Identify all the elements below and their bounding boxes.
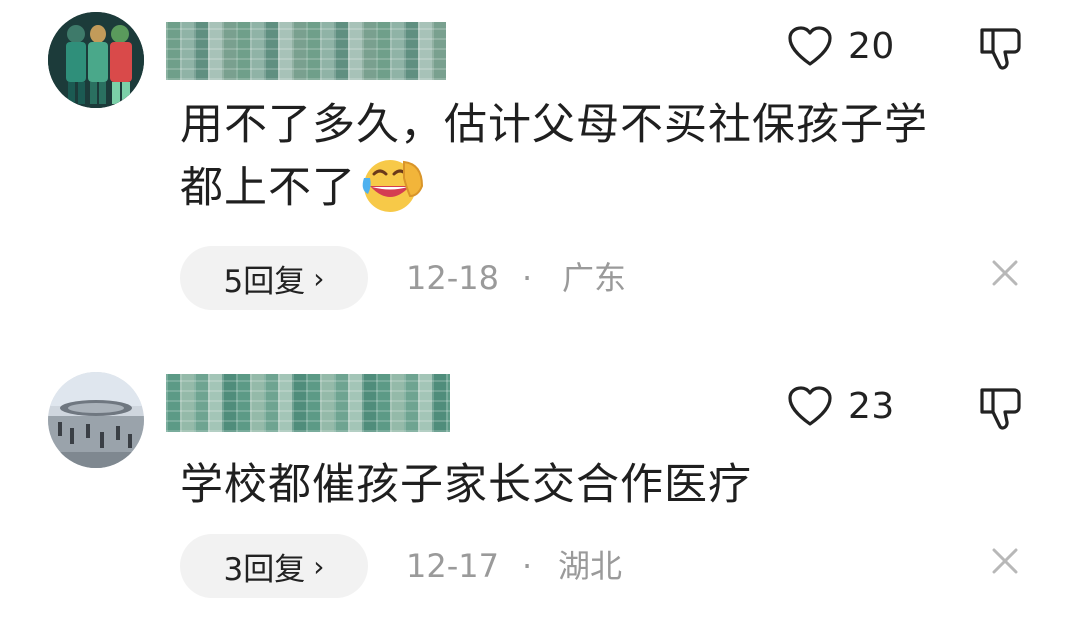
comment-date: 12-18 — [406, 259, 499, 297]
username-blurred[interactable] — [166, 374, 450, 432]
close-x-icon — [992, 260, 1018, 286]
comment-text-line: 学校都催孩子家长交合作医疗 — [180, 460, 752, 510]
like-button[interactable]: 20 — [786, 24, 895, 68]
meta-separator: · — [522, 547, 533, 585]
comment-location: 广东 — [562, 259, 627, 297]
avatar-group-of-people-icon — [48, 12, 144, 108]
dislike-button[interactable] — [976, 24, 1026, 76]
reply-count-button[interactable]: 5回复 › — [180, 246, 368, 310]
comment-text-line-part: 都上不了 — [180, 163, 356, 213]
comment-text: 用不了多久，估计父母不买社保孩子学 都上不了 — [180, 94, 1020, 231]
reply-count-label: 3回复 — [223, 551, 306, 588]
user-avatar[interactable] — [48, 372, 144, 468]
chevron-right-icon: › — [313, 549, 325, 583]
laughing-with-tears-emoji-icon — [358, 156, 426, 231]
comment-meta-row: 5回复 › 12-18 · 广东 — [180, 246, 1060, 310]
comment-item: 23 学校都催孩子家长交合作医疗 3回复 › 12-17 · 湖北 — [0, 360, 1080, 624]
close-button[interactable] — [990, 546, 1020, 580]
thumbs-down-outline-icon — [980, 28, 1021, 70]
comment-meta-row: 3回复 › 12-17 · 湖北 — [180, 534, 1060, 598]
heart-outline-icon — [788, 26, 832, 66]
comment-text-line: 用不了多久，估计父母不买社保孩子学 — [180, 100, 928, 150]
comment-location: 湖北 — [558, 547, 623, 585]
avatar-landscape-photo-icon — [48, 372, 144, 468]
comment-text-line-2: 都上不了 — [180, 156, 1020, 231]
comment-text: 学校都催孩子家长交合作医疗 — [180, 454, 1020, 516]
heart-outline-icon — [788, 386, 832, 426]
like-button[interactable]: 23 — [786, 384, 895, 428]
dislike-button[interactable] — [976, 384, 1026, 436]
meta-separator: · — [522, 259, 533, 297]
close-button[interactable] — [990, 258, 1020, 292]
like-count: 23 — [848, 385, 895, 427]
close-x-icon — [992, 548, 1018, 574]
user-avatar[interactable] — [48, 12, 144, 108]
chevron-right-icon: › — [313, 261, 325, 295]
thumbs-down-outline-icon — [980, 388, 1021, 430]
comment-date: 12-17 — [406, 547, 499, 585]
like-count: 20 — [848, 25, 895, 67]
reply-count-label: 5回复 — [223, 263, 306, 300]
comment-item: 20 用不了多久，估计父母不买社保孩子学 都上不了 5回复 › 12-18 · … — [0, 0, 1080, 330]
reply-count-button[interactable]: 3回复 › — [180, 534, 368, 598]
username-blurred[interactable] — [166, 22, 446, 80]
